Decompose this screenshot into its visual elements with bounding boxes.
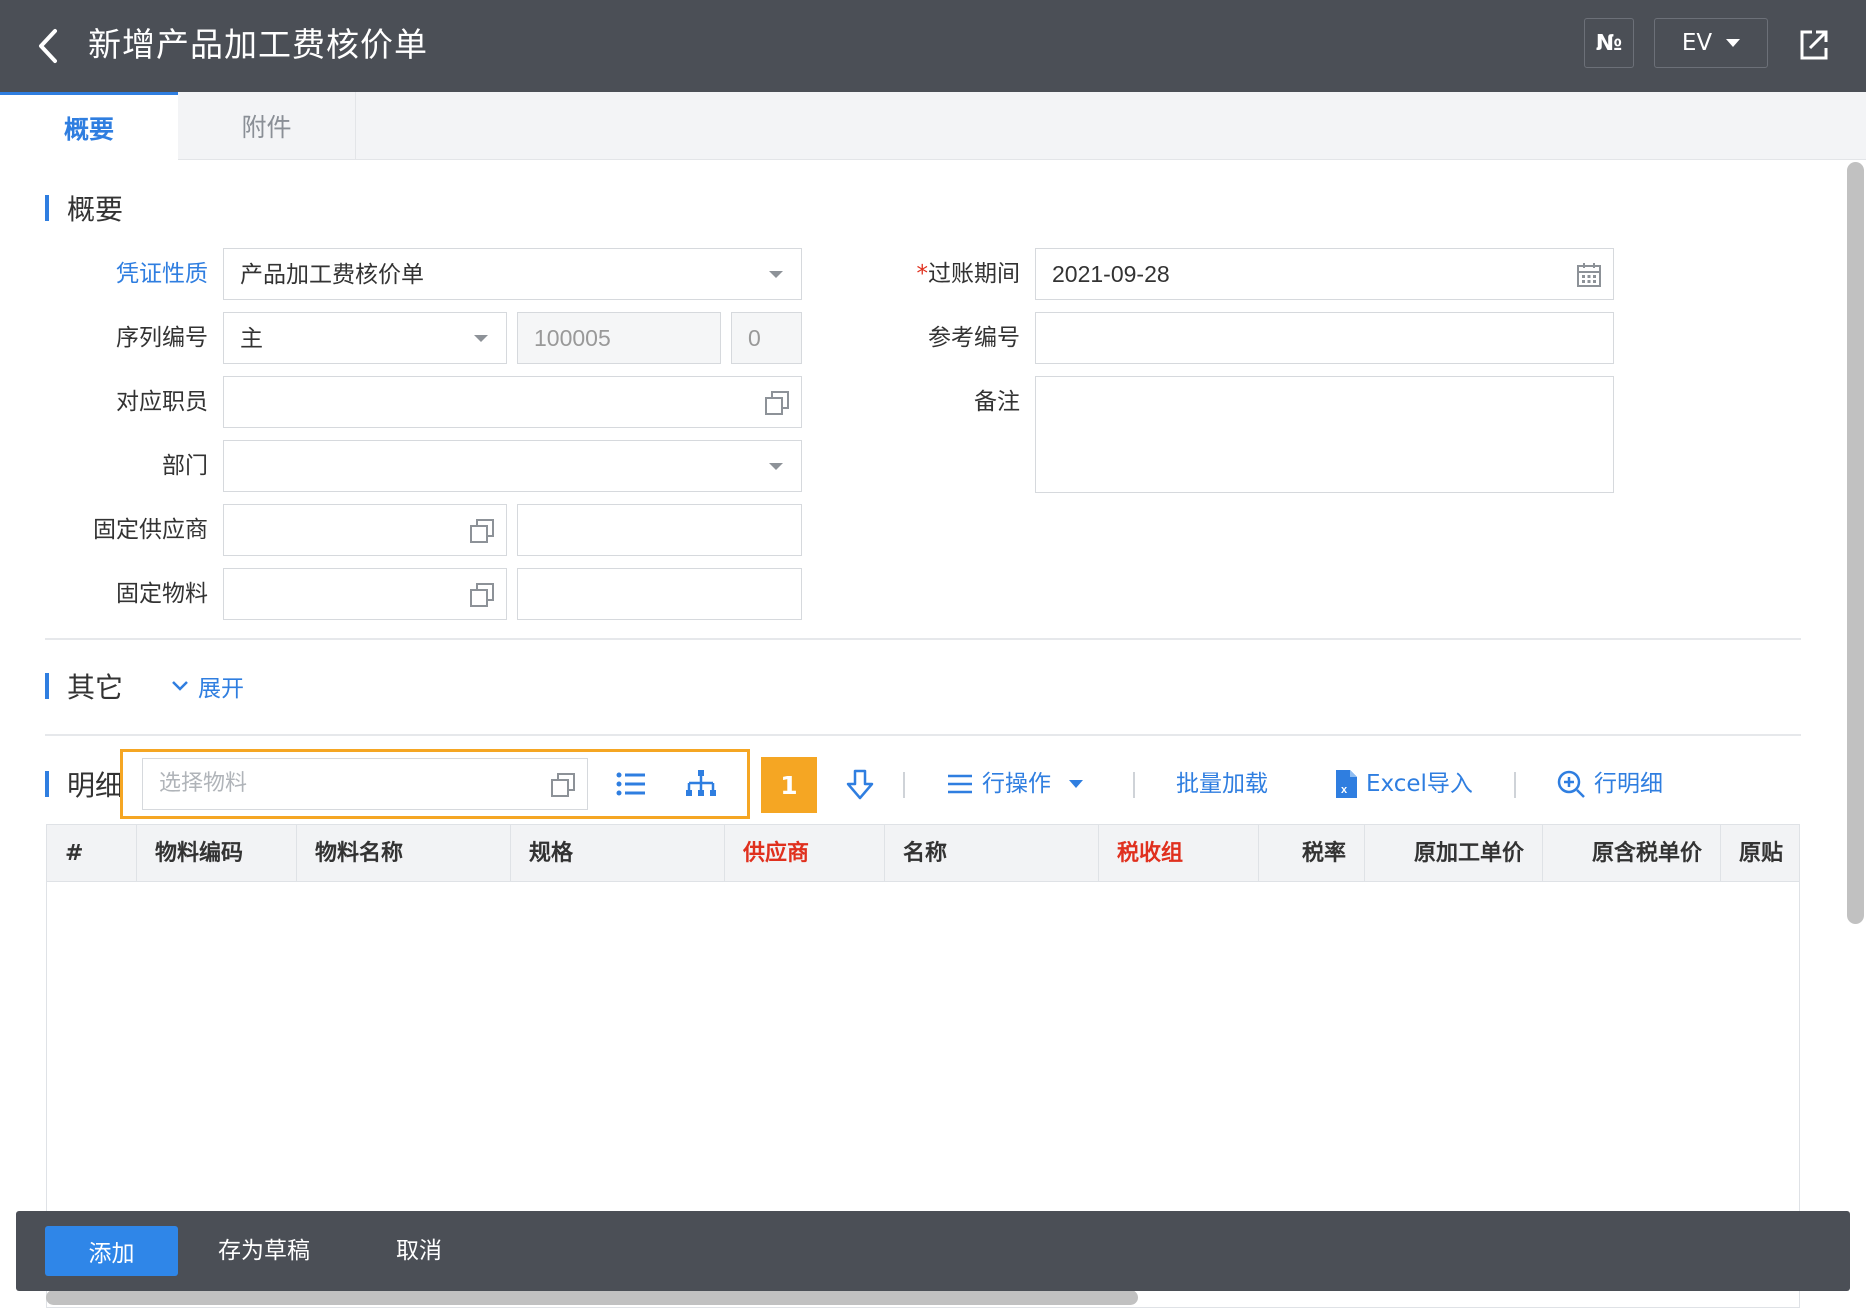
row-operations-menu[interactable]: 行操作 (946, 762, 1083, 806)
serial-no-label: 序列编号 (116, 325, 208, 351)
voucher-type-value: 产品加工费核价单 (240, 261, 424, 287)
toolbar-separator (903, 772, 905, 798)
fixed-supplier-label: 固定供应商 (93, 517, 208, 543)
tab-attachments[interactable]: 附件 (178, 92, 356, 160)
excel-import-button[interactable]: x Excel导入 (1334, 762, 1473, 806)
expand-toggle[interactable]: 展开 (170, 668, 244, 704)
expand-label: 展开 (198, 676, 244, 702)
section-title-other: 其它 (45, 670, 123, 704)
column-header-tax-rate[interactable]: 税率 (1259, 825, 1365, 882)
save-draft-button[interactable]: 存为草稿 (218, 1226, 310, 1276)
lookup-icon[interactable] (763, 389, 791, 417)
page-title: 新增产品加工费核价单 (88, 25, 428, 64)
svg-text:x: x (1341, 784, 1348, 796)
column-header-index[interactable]: # (47, 825, 137, 882)
chevron-down-icon (172, 681, 188, 691)
list-icon[interactable] (615, 770, 647, 798)
caret-down-icon (769, 271, 783, 278)
section-title-detail-text: 明细 (67, 769, 124, 802)
column-header-name[interactable]: 名称 (885, 825, 1099, 882)
posting-period-label: *过账期间 (880, 248, 1021, 300)
serial-number-button[interactable]: № (1584, 18, 1634, 68)
cancel-button[interactable]: 取消 (396, 1226, 442, 1276)
section-divider (45, 734, 1801, 736)
numero-icon: № (1595, 30, 1623, 56)
employee-field[interactable] (223, 376, 802, 428)
section-divider (45, 638, 1801, 640)
section-title-summary: 概要 (45, 192, 123, 226)
fixed-material-name-field[interactable] (517, 568, 802, 620)
back-button[interactable] (28, 24, 68, 68)
table-header: # 物料编码 物料名称 规格 供应商 名称 税收组 税率 原加工单价 原含税单价… (47, 824, 1799, 882)
fixed-material-field[interactable] (223, 568, 507, 620)
tab-summary[interactable]: 概要 (0, 92, 178, 161)
lookup-icon[interactable] (468, 581, 496, 609)
column-header-spec[interactable]: 规格 (511, 825, 725, 882)
voucher-type-label[interactable]: 凭证性质 (60, 248, 208, 300)
serial-suffix-field: 0 (731, 312, 802, 364)
export-icon[interactable] (1796, 24, 1832, 64)
reference-no-input[interactable] (1035, 312, 1614, 364)
serial-number-field: 100005 (517, 312, 721, 364)
column-header-supplier[interactable]: 供应商 (725, 825, 885, 882)
column-header-tax-group[interactable]: 税收组 (1099, 825, 1259, 882)
posting-period-date-field[interactable]: 2021-09-28 (1035, 248, 1614, 300)
lookup-icon[interactable] (468, 517, 496, 545)
fixed-supplier-name-field[interactable] (517, 504, 802, 556)
add-button[interactable]: 添加 (45, 1226, 178, 1276)
fixed-material-label: 固定物料 (116, 581, 208, 607)
vertical-scrollbar[interactable] (1847, 162, 1864, 924)
employee-label: 对应职员 (116, 389, 208, 415)
caret-down-icon (1726, 39, 1741, 47)
horizontal-scrollbar[interactable] (46, 1290, 1138, 1305)
column-header-orig-processing-price[interactable]: 原加工单价 (1365, 825, 1543, 882)
section-title-other-text: 其它 (67, 671, 124, 704)
posting-period-value: 2021-09-28 (1052, 261, 1170, 287)
tab-bar: 概要 附件 (0, 92, 1866, 161)
posting-period-label-text: 过账期间 (928, 261, 1020, 287)
remark-textarea[interactable] (1035, 376, 1614, 493)
reference-no-label: 参考编号 (928, 325, 1020, 351)
serial-no-select[interactable]: 主 (223, 312, 507, 364)
caret-down-icon (474, 335, 488, 342)
department-select[interactable] (223, 440, 802, 492)
step-number-badge: 1 (761, 757, 817, 813)
excel-import-label: Excel导入 (1366, 771, 1473, 797)
required-marker: * (916, 261, 929, 287)
serial-no-value: 主 (240, 325, 263, 351)
column-header-orig-tax-incl-price[interactable]: 原含税单价 (1543, 825, 1721, 882)
download-arrow-icon[interactable] (845, 768, 875, 802)
language-select[interactable]: EV (1654, 18, 1768, 68)
excel-file-icon: x (1336, 770, 1357, 798)
column-header-truncated[interactable]: 原贴 (1721, 825, 1799, 882)
material-placeholder: 选择物料 (159, 771, 248, 796)
lookup-icon[interactable] (549, 771, 577, 799)
fixed-supplier-field[interactable] (223, 504, 507, 556)
toolbar-separator (1133, 772, 1135, 798)
caret-down-icon (1069, 780, 1083, 788)
calendar-icon[interactable] (1575, 261, 1603, 289)
app-header: 新增产品加工费核价单 № EV (0, 0, 1866, 92)
row-operations-label: 行操作 (982, 771, 1051, 797)
caret-down-icon (769, 463, 783, 470)
language-label: EV (1681, 30, 1713, 56)
section-title-detail: 明细 (45, 768, 123, 802)
chevron-left-icon (39, 29, 57, 63)
menu-icon (948, 774, 972, 794)
material-search-input[interactable]: 选择物料 (142, 758, 588, 810)
tree-icon[interactable] (685, 768, 717, 800)
toolbar-separator (1514, 772, 1516, 798)
bulk-load-button[interactable]: 批量加载 (1176, 762, 1268, 806)
row-detail-button[interactable]: 行明细 (1556, 762, 1663, 806)
column-header-material-code[interactable]: 物料编码 (137, 825, 297, 882)
remark-label: 备注 (974, 389, 1020, 415)
column-header-material-name[interactable]: 物料名称 (297, 825, 511, 882)
row-detail-label: 行明细 (1594, 771, 1663, 797)
voucher-type-select[interactable]: 产品加工费核价单 (223, 248, 802, 300)
section-title-summary-text: 概要 (67, 193, 124, 226)
department-label: 部门 (162, 453, 208, 479)
zoom-in-icon (1557, 770, 1585, 798)
